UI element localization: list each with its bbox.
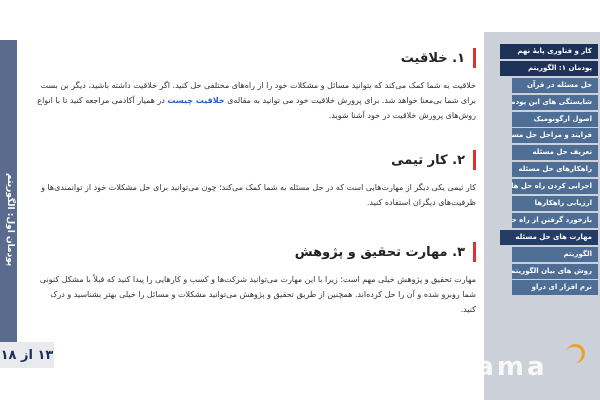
sidebar-item-competencies[interactable]: شایستگی های این پودمان: [512, 94, 598, 110]
heading-accent-bar: [473, 242, 476, 262]
sidebar-item-expression[interactable]: روش های بیان الگوریتم: [512, 263, 598, 279]
sidebar-item-strategies[interactable]: راهکارهای حل مسئله: [512, 162, 598, 178]
sidebar-item-process[interactable]: فرایند و مراحل حل مسئله: [512, 128, 598, 144]
sidebar-item-course[interactable]: کار و فناوری پایهٔ نهم: [500, 44, 598, 59]
sidebar-item-implementation[interactable]: اجرایی کردن راه حل ها: [512, 179, 598, 195]
sidebar-item-feedback[interactable]: بازخورد گرفتن از راه حل ها: [512, 212, 598, 228]
sidebar-item-quran[interactable]: حل مسئله در قرآن: [512, 77, 598, 93]
left-title-strip: پودمان اول: الگوریتم: [0, 40, 17, 342]
main-content: ۱. خلاقیت خلاقیت به شما کمک می‌کند که بت…: [36, 40, 476, 390]
sidebar-item-ergonomics[interactable]: اصول ارگونومیک: [512, 111, 598, 127]
section-heading: ۲. کار تیمی: [36, 148, 476, 172]
section-heading: ۳. مهارت تحقیق و پژوهش: [36, 240, 476, 264]
sidebar-nav: کار و فناوری پایهٔ نهم پودمان ۱: الگوریت…: [500, 44, 598, 297]
section-body: مهارت تحقیق و پژوهش خیلی مهم است؛ زیرا ب…: [39, 275, 476, 314]
sidebar-item-algorithm[interactable]: الگوریتم: [512, 246, 598, 262]
creativity-link[interactable]: خلاقیت چیست: [167, 96, 224, 105]
sidebar-item-module-1[interactable]: پودمان ۱: الگوریتم: [500, 60, 598, 76]
section-body: خلاقیت به شما کمک می‌کند که بتوانید مسائ…: [36, 78, 476, 123]
sidebar-item-skills[interactable]: مهارت های حل مسئله: [500, 229, 598, 245]
section-heading: ۱. خلاقیت: [36, 46, 476, 70]
section-teamwork: ۲. کار تیمی کار تیمی یکی دیگر از مهارت‌ه…: [36, 148, 476, 210]
sidebar-item-definition[interactable]: تعریف حل مسئله: [512, 145, 598, 161]
section-body: کار تیمی یکی دیگر از مهارت‌هایی است که د…: [41, 183, 476, 207]
chapter-title: پودمان اول: الگوریتم: [5, 173, 15, 267]
gama-watermark: Gama: [452, 352, 548, 382]
section-creativity: ۱. خلاقیت خلاقیت به شما کمک می‌کند که بت…: [36, 46, 476, 123]
heading-accent-bar: [473, 150, 476, 170]
section-title: ۱. خلاقیت: [400, 50, 465, 66]
sidebar-item-evaluation[interactable]: ارزیابی راهکارها: [512, 196, 598, 212]
section-title: ۳. مهارت تحقیق و پژوهش: [294, 244, 465, 260]
heading-accent-bar: [473, 48, 476, 68]
sidebar-item-edraw[interactable]: نرم افزار ای دراو: [512, 280, 598, 296]
section-research: ۳. مهارت تحقیق و پژوهش مهارت تحقیق و پژو…: [36, 240, 476, 317]
section-title: ۲. کار تیمی: [391, 152, 465, 168]
